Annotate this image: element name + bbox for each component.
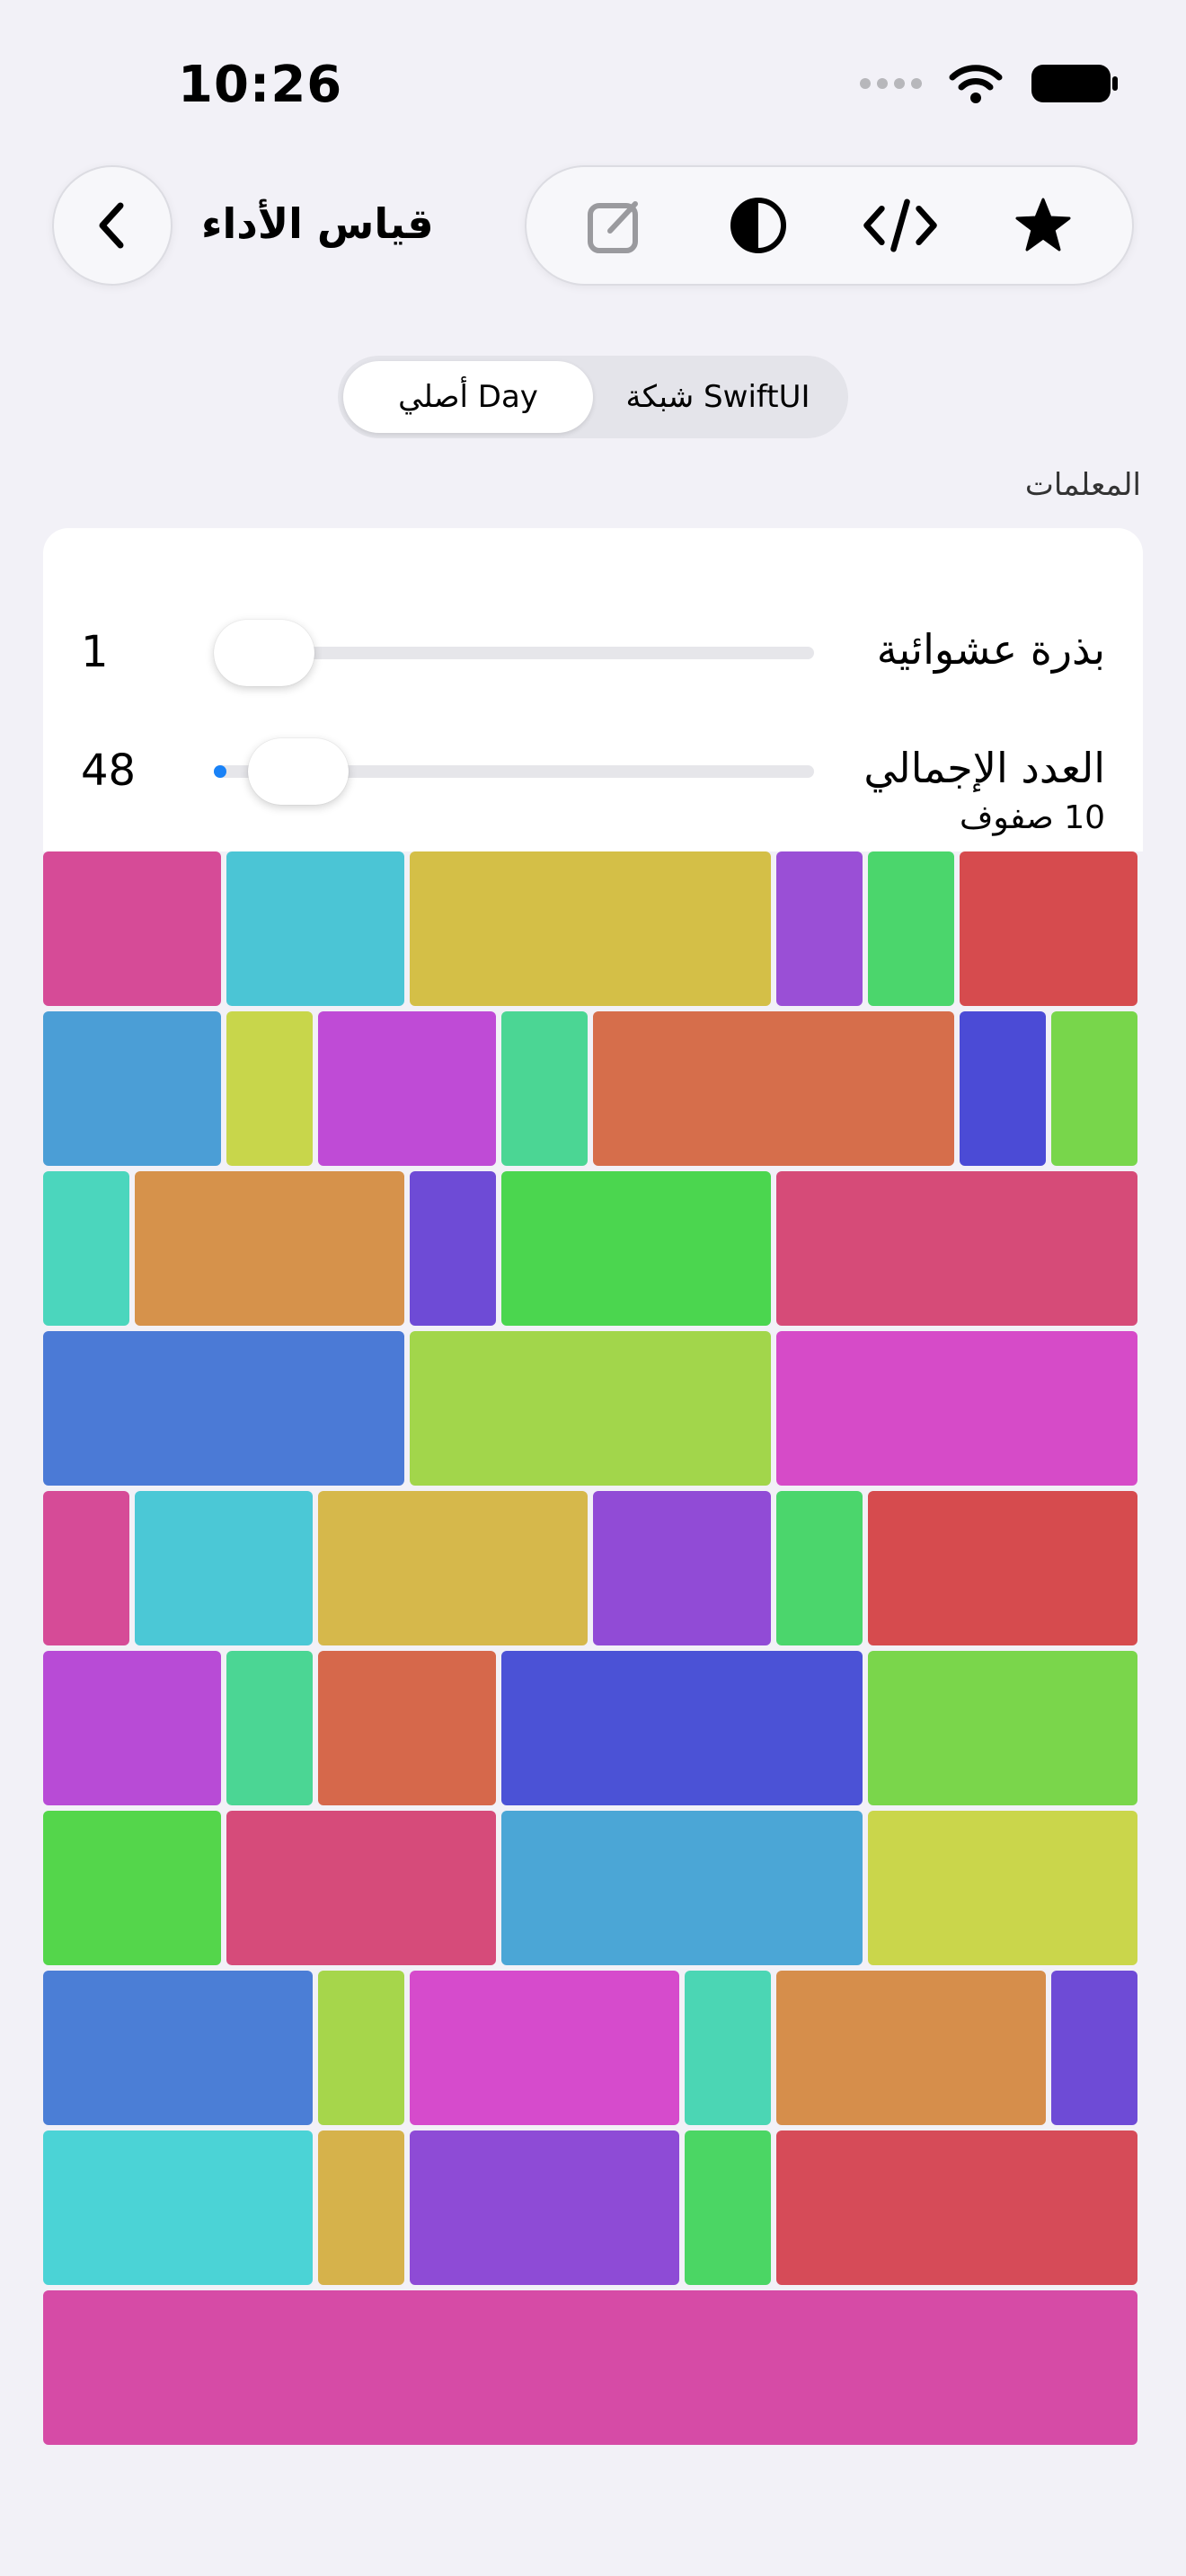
grid-tile (960, 851, 1137, 1006)
total-slider[interactable] (214, 738, 814, 805)
seed-slider[interactable] (214, 620, 814, 686)
segment-swiftui-grid[interactable]: شبكة SwiftUI (593, 361, 843, 433)
grid-tile (135, 1491, 313, 1645)
grid-tile (410, 2130, 679, 2285)
grid-tile (593, 1491, 771, 1645)
code-icon (863, 198, 938, 252)
toolbar (525, 165, 1134, 286)
favorite-button[interactable] (1003, 185, 1084, 266)
grid-tile (43, 1331, 404, 1486)
total-row: 48 العدد الإجمالي (43, 729, 1143, 810)
grid-tile (410, 851, 771, 1006)
grid-tile (776, 1331, 1137, 1486)
status-time: 10:26 (178, 56, 343, 114)
grid-tile (501, 1651, 863, 1805)
section-title: المعلمات (1024, 467, 1141, 503)
grid-tile (43, 1651, 221, 1805)
grid-tile (868, 1811, 1137, 1965)
grid-tile (685, 2130, 771, 2285)
status-bar: 10:26 (0, 0, 1186, 153)
grid-tile (226, 1811, 496, 1965)
total-value: 48 (81, 745, 137, 796)
mode-segmented-control: أصلي Day شبكة SwiftUI (338, 356, 848, 438)
grid-tile (776, 1171, 1137, 1326)
grid-tile (776, 2130, 1137, 2285)
grid-tile (868, 1651, 1137, 1805)
chevron-left-icon (99, 202, 124, 249)
grid-tile (135, 1171, 404, 1326)
grid-tile (43, 1171, 129, 1326)
grid-tile (776, 851, 863, 1006)
grid-tile (593, 1011, 954, 1166)
page-title: قياس الأداء (201, 199, 434, 248)
grid-tile (226, 851, 404, 1006)
seed-label: بذرة عشوائية (876, 625, 1105, 674)
seed-value: 1 (81, 627, 109, 677)
grid-tile (501, 1171, 771, 1326)
battery-icon (1031, 65, 1118, 102)
grid-tile (43, 1811, 221, 1965)
grid-tile (318, 2130, 404, 2285)
grid-tile (1051, 1971, 1137, 2125)
grid-tile (226, 1011, 313, 1166)
tile-grid (43, 851, 1143, 2450)
total-slider-thumb[interactable] (248, 738, 349, 805)
edit-button[interactable] (575, 185, 656, 266)
code-button[interactable] (860, 185, 941, 266)
grid-tile (43, 1011, 221, 1166)
grid-tile (410, 1171, 496, 1326)
grid-tile (226, 1651, 313, 1805)
wifi-icon (949, 65, 1003, 103)
grid-tile (868, 851, 954, 1006)
grid-tile (776, 1491, 863, 1645)
grid-tile (1051, 1011, 1137, 1166)
grid-tile (776, 1971, 1046, 2125)
parameters-card: 1 بذرة عشوائية 48 العدد الإجمالي 10 صفوف (43, 528, 1143, 851)
edit-icon (588, 201, 639, 253)
nav-bar: قياس الأداء (0, 162, 1186, 287)
segment-native-day[interactable]: أصلي Day (343, 361, 593, 433)
grid-tile (43, 1491, 129, 1645)
star-icon (1015, 198, 1071, 251)
grid-tile (43, 2290, 1137, 2445)
grid-tile (318, 1971, 404, 2125)
grid-tile (960, 1011, 1046, 1166)
back-button[interactable] (52, 165, 173, 286)
contrast-icon (730, 198, 786, 253)
grid-tile (410, 1971, 679, 2125)
grid-tile (43, 1971, 313, 2125)
grid-tile (410, 1331, 771, 1486)
contrast-button[interactable] (718, 185, 799, 266)
grid-tile (318, 1651, 496, 1805)
grid-tile (685, 1971, 771, 2125)
status-icons (860, 63, 1120, 104)
grid-tile (501, 1011, 588, 1166)
seed-slider-thumb[interactable] (214, 620, 314, 686)
grid-tile (501, 1811, 863, 1965)
grid-tile (318, 1011, 496, 1166)
cellular-signal-icon (860, 78, 922, 89)
grid-tile (43, 851, 221, 1006)
seed-row: 1 بذرة عشوائية (43, 611, 1143, 692)
grid-tile (318, 1491, 588, 1645)
total-label: العدد الإجمالي (863, 744, 1105, 792)
rows-count-label: 10 صفوف (960, 799, 1105, 836)
grid-tile (868, 1491, 1137, 1645)
total-slider-fill (214, 765, 226, 778)
grid-tile (43, 2130, 313, 2285)
